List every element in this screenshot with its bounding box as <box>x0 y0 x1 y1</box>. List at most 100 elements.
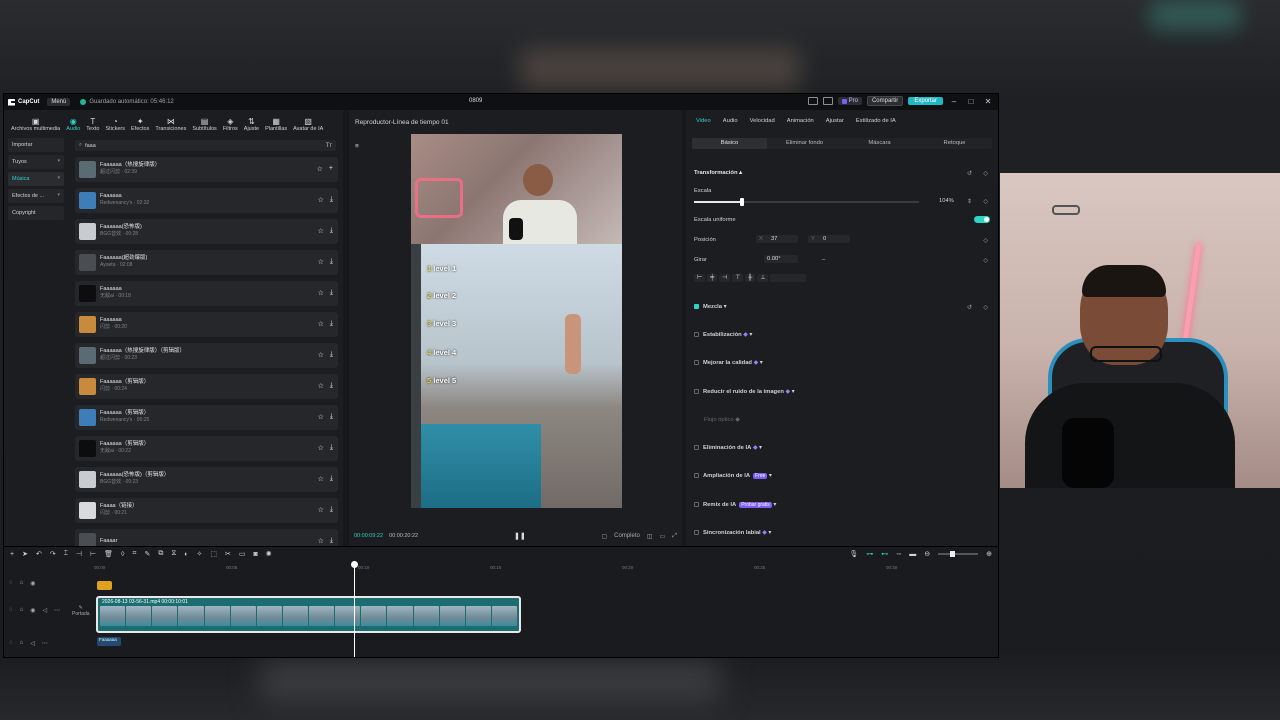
zoom-slider[interactable] <box>938 551 979 557</box>
download-icon[interactable]: ⤓ <box>330 413 333 421</box>
transform-icon[interactable]: ⬚ <box>210 550 217 558</box>
select-tool-icon[interactable]: ➤ <box>22 550 28 558</box>
maximize-icon[interactable]: □ <box>965 97 977 106</box>
preview-axis-icon[interactable]: ◦◦ <box>896 551 901 558</box>
toolbar-item[interactable]: ◉ Audio <box>63 117 83 132</box>
cutout-icon[interactable]: ✂ <box>225 550 231 558</box>
blend-row[interactable]: Mezcla ▾ <box>694 304 727 310</box>
reset-icon[interactable]: ↺ <box>967 170 972 177</box>
split-left-icon[interactable]: ⊣ <box>76 550 82 558</box>
keyframe-icon[interactable]: ◇ <box>983 304 988 311</box>
sidebar-item[interactable]: Música ▾ <box>8 172 64 186</box>
favorite-icon[interactable]: ☆ <box>318 506 324 514</box>
music-item[interactable]: Faaaaaa（剪辑版） 闪剪 · 00:24 ☆ ⤓ <box>75 373 338 399</box>
ai-remove-row[interactable]: Eliminación de IA ◆ ▾ <box>694 445 762 451</box>
reset-icon[interactable]: ↺ <box>967 304 972 311</box>
crop-icon[interactable]: ⌗ <box>133 550 137 558</box>
speed-icon[interactable]: ⧖ <box>171 550 176 558</box>
noise-row[interactable]: Reducir el ruido de la imagen ◆ ▾ <box>694 389 794 395</box>
toolbar-item[interactable]: T Texto <box>83 117 102 132</box>
split-icon[interactable]: ⌶ <box>64 550 68 558</box>
layout-icon[interactable] <box>807 97 818 105</box>
playhead[interactable] <box>351 561 358 657</box>
align-middle-icon[interactable]: ╫ <box>745 274 756 282</box>
player-menu-icon[interactable]: ≡ <box>349 134 365 159</box>
music-item[interactable]: Faaaaaa(恐怖版)（剪辑版） BGG音效 · 00:23 ☆ ⤓ <box>75 466 338 492</box>
mirror-icon[interactable]: ⧉ <box>158 550 163 558</box>
search-input[interactable]: faaa <box>85 143 96 149</box>
position-y-field[interactable]: Y 0 <box>808 235 850 243</box>
more-icon[interactable]: ⋯ <box>54 607 60 614</box>
screen-icon[interactable]: ▭ <box>239 550 246 558</box>
music-item[interactable]: Faaaaaa Redwenancy's · 02:32 ☆ ⤓ <box>75 187 338 213</box>
lipsync-row[interactable]: Sincronización labial ◆ ▾ <box>694 530 771 536</box>
remix-row[interactable]: Remix de IA Probar gratis ▾ <box>694 502 776 509</box>
scale-slider[interactable] <box>694 198 919 206</box>
favorite-icon[interactable]: ☆ <box>318 227 324 235</box>
video-preview[interactable]: 1 level 1 2 level 2 3 level 3 4 level 4 … <box>411 134 622 508</box>
export-button[interactable]: Exportar <box>908 97 943 105</box>
align-top-icon[interactable]: ⊤ <box>732 274 744 282</box>
effect-clip[interactable] <box>97 581 112 590</box>
optical-flow-row[interactable]: Flujo óptico ◆ <box>704 417 740 423</box>
download-icon[interactable]: ⤓ <box>330 289 333 297</box>
sidebar-item[interactable]: Copyright <box>8 206 64 220</box>
property-tab[interactable]: Estilizado de IA <box>850 118 902 132</box>
pro-button[interactable]: Pro <box>837 97 862 105</box>
lock-icon[interactable]: ⌂ <box>20 607 24 614</box>
toolbar-item[interactable]: ◔ Stickers <box>102 117 128 132</box>
property-tab[interactable]: Ajustar <box>820 118 850 132</box>
music-item[interactable]: Faaaaaa(恐怖版) BGG音效 · 00:28 ☆ ⤓ <box>75 218 338 244</box>
download-icon[interactable]: ⤓ <box>330 320 333 328</box>
download-icon[interactable]: ⤓ <box>330 227 333 235</box>
close-icon[interactable]: ✕ <box>982 97 994 106</box>
keyframe-icon[interactable]: ◇ <box>983 237 988 244</box>
toolbar-item[interactable]: ▧ Avatar de IA <box>290 117 326 132</box>
favorite-icon[interactable]: ☆ <box>318 537 324 545</box>
shortcuts-icon[interactable] <box>822 97 833 105</box>
quality-checkbox[interactable] <box>694 360 699 365</box>
lock-icon[interactable]: ⌂ <box>20 640 24 647</box>
ai-expand-checkbox[interactable] <box>694 473 699 478</box>
music-item[interactable]: Faaaaaa（剪辑版） Redwenancy's · 00:25 ☆ ⤓ <box>75 404 338 430</box>
lipsync-checkbox[interactable] <box>694 530 699 535</box>
audio-icon[interactable]: ◁ <box>30 640 35 647</box>
download-icon[interactable]: ⤓ <box>330 196 333 204</box>
audio-clip[interactable]: Faaaaaa <box>97 637 121 646</box>
eye-icon[interactable]: ◌ <box>9 607 13 614</box>
search-bar[interactable]: ⌕ faaa Tт <box>75 140 336 151</box>
music-item[interactable]: Faaaaaa（剪辑版） 无敌ai · 00:22 ☆ ⤓ <box>75 435 338 461</box>
lock-icon[interactable]: ⌂ <box>20 580 24 587</box>
ai-expand-row[interactable]: Ampliación de IA Free ▾ <box>694 473 772 480</box>
cover-button[interactable]: ✎ Portada <box>72 605 90 617</box>
camera-icon[interactable]: ◙ <box>253 551 257 558</box>
sidebar-item[interactable]: Efectos de ... ▾ <box>8 189 64 203</box>
position-x-field[interactable]: X 37 <box>756 235 798 243</box>
align-right-icon[interactable]: ⊣ <box>719 274 731 282</box>
more-icon[interactable]: ⋯ <box>42 640 48 647</box>
uniform-scale-toggle[interactable] <box>974 216 990 223</box>
crop-icon[interactable]: ▢ <box>601 533 607 540</box>
split-right-icon[interactable]: ⊢ <box>90 550 96 558</box>
download-icon[interactable]: ⤓ <box>330 537 333 545</box>
toolbar-item[interactable]: ▤ Subtítulos <box>189 117 219 132</box>
stabilization-checkbox[interactable] <box>694 332 699 337</box>
property-subtab[interactable]: Máscara <box>842 138 917 149</box>
sidebar-item[interactable]: Importar <box>8 138 64 152</box>
property-tab[interactable]: Animación <box>781 118 820 132</box>
quality-row[interactable]: Mejorar la calidad ◆ ▾ <box>694 360 763 366</box>
keyframe-icon[interactable]: ◇ <box>983 257 988 264</box>
music-item[interactable]: Faaaaaa（热搜旋律版） 超过闪剪 · 02:39 ☆ + <box>75 157 338 182</box>
freeze-icon[interactable]: ✎ <box>144 550 150 558</box>
effects-icon[interactable]: ✺ <box>266 550 272 558</box>
text-filter-icon[interactable]: Tт <box>326 143 332 149</box>
favorite-icon[interactable]: ☆ <box>318 351 324 359</box>
eye-icon[interactable]: ◌ <box>9 580 13 587</box>
download-icon[interactable]: ⤓ <box>330 475 333 483</box>
fullscreen-icon[interactable]: ⤢ <box>672 533 677 540</box>
remix-checkbox[interactable] <box>694 502 699 507</box>
toolbar-item[interactable]: ▣ Archivos multimedia <box>8 117 63 132</box>
download-icon[interactable]: ⤓ <box>330 351 333 359</box>
toolbar-item[interactable]: ◈ Filtros <box>220 117 241 132</box>
transform-section[interactable]: Transformación ▴ <box>694 170 742 176</box>
